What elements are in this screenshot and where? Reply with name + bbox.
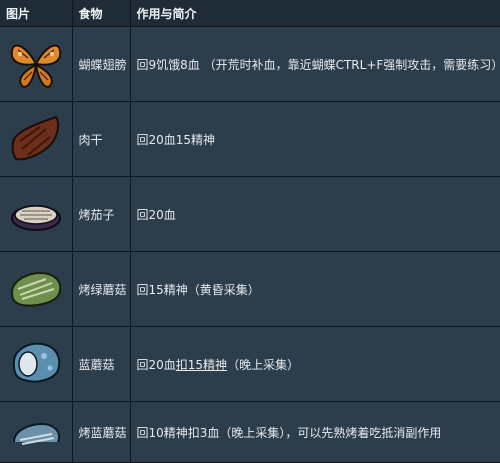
table-row: 蝴蝶翅膀 回9饥饿8血 （开荒时补血，靠近蝴蝶CTRL+F强制攻击，需要练习） [0, 26, 500, 102]
food-name: 烤茄子 [72, 176, 131, 252]
image-cell [0, 326, 73, 402]
table-row: 烤茄子 回20血 [0, 176, 500, 252]
header-description: 作用与简介 [130, 0, 500, 27]
header-image: 图片 [0, 0, 73, 27]
food-name: 肉干 [72, 101, 131, 177]
food-description: 回15精神（黄昏采集） [130, 251, 500, 327]
desc-underlined-link[interactable]: 扣15精神 [176, 358, 227, 372]
image-cell [0, 101, 73, 177]
food-name: 烤绿蘑菇 [72, 251, 131, 327]
image-cell [0, 26, 73, 102]
table-row: 肉干 回20血15精神 [0, 101, 500, 177]
green-mushroom-icon [10, 271, 62, 307]
food-description: 回20血15精神 [130, 101, 500, 177]
blue-mushroom-icon [12, 342, 60, 383]
food-name: 烤蓝蘑菇 [72, 401, 131, 463]
food-name: 蓝蘑菇 [72, 326, 131, 402]
food-table: 图片 食物 作用与简介 蝴蝶翅膀 回9饥饿8血 （开荒时补血，靠近蝴蝶CTRL+… [0, 0, 500, 463]
desc-part: 回20血 [136, 357, 176, 372]
table-row: 烤绿蘑菇 回15精神（黄昏采集） [0, 251, 500, 327]
food-description: 回9饥饿8血 （开荒时补血，靠近蝴蝶CTRL+F强制攻击，需要练习） [130, 26, 500, 102]
image-cell [0, 251, 73, 327]
food-description: 回20血扣15精神（晚上采集） [130, 326, 500, 402]
image-cell [0, 401, 73, 463]
butterfly-wings-icon [10, 44, 61, 88]
cooked-blue-mushroom-icon [12, 422, 60, 445]
header-row: 图片 食物 作用与简介 [0, 0, 500, 27]
food-description: 回10精神扣3血（晚上采集），可以先熟烤着吃抵消副作用 [130, 401, 500, 463]
grilled-eggplant-icon [10, 205, 61, 231]
desc-part: （晚上采集） [227, 357, 300, 372]
jerky-icon [11, 115, 59, 161]
image-cell [0, 176, 73, 252]
table-row: 烤蓝蘑菇 回10精神扣3血（晚上采集），可以先熟烤着吃抵消副作用 [0, 401, 500, 463]
table-row: 蓝蘑菇 回20血扣15精神（晚上采集） [0, 326, 500, 402]
food-name: 蝴蝶翅膀 [72, 26, 131, 102]
header-food: 食物 [72, 0, 131, 27]
food-description: 回20血 [130, 176, 500, 252]
